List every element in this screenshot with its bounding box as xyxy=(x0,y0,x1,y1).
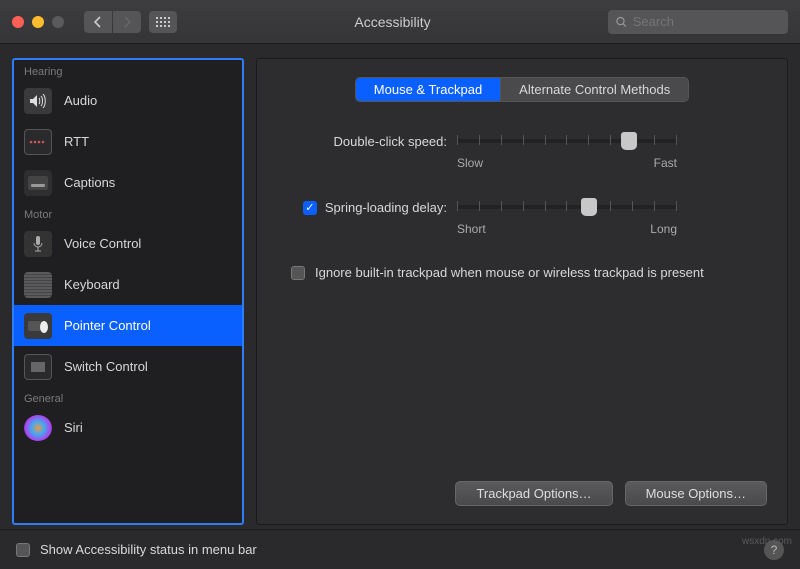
tab-mouse-trackpad[interactable]: Mouse & Trackpad xyxy=(356,78,500,101)
slider-thumb[interactable] xyxy=(581,198,597,216)
ignore-trackpad-checkbox[interactable] xyxy=(291,266,305,280)
window-title: Accessibility xyxy=(177,14,608,30)
sidebar-item-label: Captions xyxy=(64,175,115,190)
watermark: wsxdn.com xyxy=(742,536,792,547)
button-row: Trackpad Options… Mouse Options… xyxy=(277,471,767,506)
mouse-icon xyxy=(24,313,52,339)
sidebar-item-label: Switch Control xyxy=(64,359,148,374)
search-field[interactable] xyxy=(608,10,788,34)
sidebar-item-pointer-control[interactable]: Pointer Control xyxy=(14,305,242,346)
titlebar: Accessibility xyxy=(0,0,800,44)
search-icon xyxy=(616,16,627,28)
rtt-icon xyxy=(24,129,52,155)
sidebar-item-label: Pointer Control xyxy=(64,318,151,333)
spring-loading-label: Spring-loading delay: xyxy=(325,200,447,215)
sidebar-item-label: Keyboard xyxy=(64,277,120,292)
show-status-checkbox[interactable] xyxy=(16,543,30,557)
settings-panel: Mouse & Trackpad Alternate Control Metho… xyxy=(256,58,788,525)
zoom-window-button[interactable] xyxy=(52,16,64,28)
sidebar-item-label: RTT xyxy=(64,134,89,149)
sidebar-item-switch-control[interactable]: Switch Control xyxy=(14,346,242,387)
double-click-slider[interactable] xyxy=(457,132,677,150)
microphone-icon xyxy=(24,231,52,257)
speaker-icon xyxy=(24,88,52,114)
close-window-button[interactable] xyxy=(12,16,24,28)
sidebar-item-audio[interactable]: Audio xyxy=(14,80,242,121)
forward-button[interactable] xyxy=(113,11,141,33)
siri-icon xyxy=(24,415,52,441)
sidebar[interactable]: Hearing Audio RTT Captions Motor Voice C… xyxy=(12,58,244,525)
nav-buttons xyxy=(84,11,141,33)
row-ignore-trackpad: Ignore built-in trackpad when mouse or w… xyxy=(277,264,767,282)
captions-icon xyxy=(24,170,52,196)
show-all-button[interactable] xyxy=(149,11,177,33)
trackpad-options-button[interactable]: Trackpad Options… xyxy=(455,481,612,506)
sidebar-item-label: Siri xyxy=(64,420,83,435)
search-input[interactable] xyxy=(633,14,780,29)
sidebar-section-general: General xyxy=(14,387,242,407)
spring-loading-checkbox[interactable]: ✓ xyxy=(303,201,317,215)
sidebar-item-keyboard[interactable]: Keyboard xyxy=(14,264,242,305)
spring-loading-slider[interactable] xyxy=(457,198,677,216)
sidebar-item-rtt[interactable]: RTT xyxy=(14,121,242,162)
ignore-trackpad-label: Ignore built-in trackpad when mouse or w… xyxy=(315,265,704,280)
sidebar-section-hearing: Hearing xyxy=(14,60,242,80)
sidebar-section-motor: Motor xyxy=(14,203,242,223)
window-controls xyxy=(12,16,64,28)
keyboard-icon xyxy=(24,272,52,298)
sidebar-item-siri[interactable]: Siri xyxy=(14,407,242,448)
grid-icon xyxy=(156,17,170,27)
back-button[interactable] xyxy=(84,11,112,33)
double-click-label: Double-click speed: xyxy=(334,134,447,149)
slider-min-label: Short xyxy=(457,222,486,236)
mouse-options-button[interactable]: Mouse Options… xyxy=(625,481,767,506)
footer: Show Accessibility status in menu bar ? xyxy=(0,529,800,569)
sidebar-item-label: Audio xyxy=(64,93,97,108)
sidebar-item-voice-control[interactable]: Voice Control xyxy=(14,223,242,264)
show-status-label: Show Accessibility status in menu bar xyxy=(40,542,257,557)
sidebar-item-captions[interactable]: Captions xyxy=(14,162,242,203)
row-double-click-speed: Double-click speed: Slow Fast xyxy=(277,132,767,170)
slider-min-label: Slow xyxy=(457,156,483,170)
slider-max-label: Fast xyxy=(654,156,677,170)
sidebar-item-label: Voice Control xyxy=(64,236,141,251)
switch-icon xyxy=(24,354,52,380)
tab-alternate-methods[interactable]: Alternate Control Methods xyxy=(500,78,688,101)
row-spring-loading: ✓ Spring-loading delay: Short Long xyxy=(277,198,767,236)
minimize-window-button[interactable] xyxy=(32,16,44,28)
slider-max-label: Long xyxy=(650,222,677,236)
tab-bar: Mouse & Trackpad Alternate Control Metho… xyxy=(277,77,767,102)
slider-thumb[interactable] xyxy=(621,132,637,150)
